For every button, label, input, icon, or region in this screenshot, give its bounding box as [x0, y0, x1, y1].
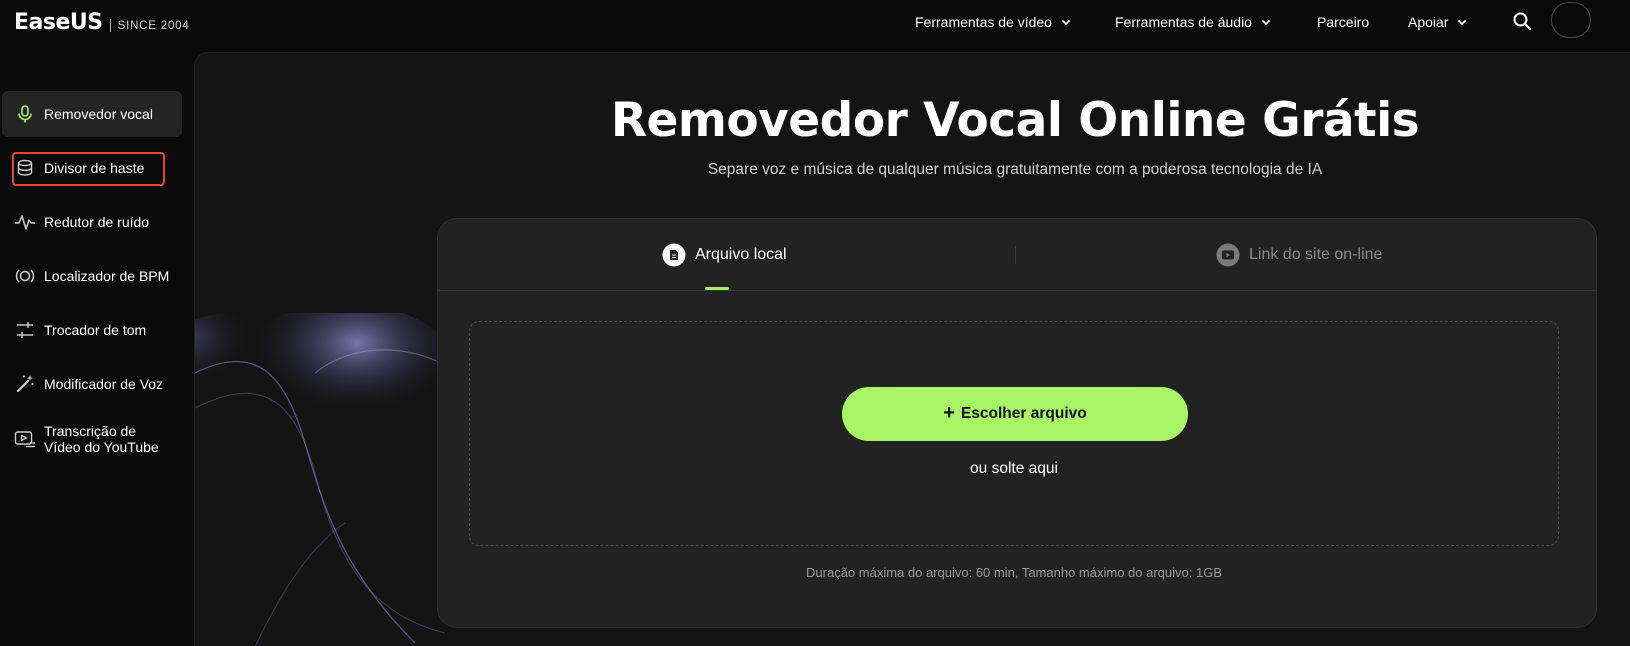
file-limits-text: Duração máxima do arquivo: 60 min, Taman… — [806, 565, 1222, 580]
decorative-wave-graphic — [195, 313, 455, 646]
sidebar-item-youtube-transcription[interactable]: Transcrição de Vídeo do YouTube — [2, 416, 182, 462]
tab-local-file[interactable]: Arquivo local — [662, 241, 787, 269]
chevron-down-icon — [1061, 19, 1071, 26]
nav-audio-tools-label: Ferramentas de áudio — [1115, 14, 1252, 30]
sidebar-item-voice-changer[interactable]: Modificador de Voz — [2, 361, 182, 407]
sidebar-item-label: Modificador de Voz — [44, 376, 164, 392]
page-title: Removedor Vocal Online Grátis — [610, 93, 1420, 148]
sidebar-item-label: Divisor de haste — [44, 160, 145, 176]
tab-online-link[interactable]: Link do site on-line — [1216, 241, 1382, 269]
page-subtitle: Separe voz e música de qualquer música g… — [707, 161, 1323, 178]
upload-tabs: Arquivo local Link do site on-line — [438, 219, 1596, 291]
top-navigation: EaseUS SINCE 2004 Ferramentas de vídeo F… — [0, 0, 1630, 50]
file-dropzone[interactable]: + Escolher arquivo ou solte aqui — [469, 321, 1559, 546]
easeus-logo[interactable]: EaseUS SINCE 2004 — [14, 10, 190, 35]
nav-support-label: Apoiar — [1408, 14, 1449, 30]
stem-splitter-icon — [14, 157, 36, 179]
sidebar-item-label-line: Vídeo do YouTube — [44, 439, 159, 455]
choose-file-label: Escolher arquivo — [960, 405, 1087, 422]
choose-file-button[interactable]: + Escolher arquivo — [842, 387, 1188, 441]
tab-local-file-label: Arquivo local — [695, 246, 787, 263]
plus-icon: + — [943, 401, 955, 424]
sidebar-item-label: Redutor de ruído — [44, 214, 150, 230]
sidebar-item-label: Transcrição de Vídeo do YouTube — [44, 423, 159, 455]
nav-video-tools[interactable]: Ferramentas de vídeo — [915, 12, 1072, 32]
sliders-icon — [14, 319, 36, 341]
nav-audio-tools[interactable]: Ferramentas de áudio — [1115, 12, 1272, 32]
magic-wand-icon — [14, 373, 36, 395]
logo-since-text: SINCE 2004 — [117, 19, 190, 32]
sidebar-item-label: Removedor vocal — [44, 106, 153, 122]
chevron-down-icon — [1261, 19, 1271, 26]
account-button[interactable] — [1551, 2, 1591, 38]
sidebar-item-pitch-changer[interactable]: Trocador de tom — [2, 307, 182, 353]
tab-online-link-label: Link do site on-line — [1249, 246, 1383, 263]
sidebar-item-bpm-finder[interactable]: Localizador de BPM — [2, 253, 182, 299]
play-circle-icon — [1216, 243, 1240, 267]
drop-hint-text: ou solte aqui — [970, 460, 1058, 477]
waveform-icon — [14, 211, 36, 233]
logo-wordmark: EaseUS — [14, 10, 103, 35]
search-icon[interactable] — [1511, 10, 1533, 32]
sidebar-item-label: Localizador de BPM — [44, 268, 170, 284]
active-tab-indicator — [705, 287, 729, 290]
nav-video-tools-label: Ferramentas de vídeo — [915, 14, 1052, 30]
main-content: Removedor Vocal Online Grátis Separe voz… — [194, 52, 1630, 646]
sidebar-item-vocal-remover[interactable]: Removedor vocal — [2, 91, 182, 137]
nav-partner[interactable]: Parceiro — [1317, 12, 1369, 32]
sidebar-item-label: Trocador de tom — [44, 322, 147, 338]
sidebar-item-label-line: Transcrição de — [44, 423, 137, 439]
sidebar-item-stem-splitter[interactable]: Divisor de haste — [2, 145, 182, 191]
tools-sidebar: Removedor vocal Divisor de haste Redutor… — [0, 50, 194, 646]
nav-partner-label: Parceiro — [1317, 14, 1370, 30]
logo-divider — [109, 19, 111, 32]
file-icon — [662, 243, 686, 267]
nav-support[interactable]: Apoiar — [1408, 12, 1468, 32]
chevron-down-icon — [1458, 19, 1467, 26]
microphone-icon — [14, 103, 36, 125]
upload-card: Arquivo local Link do site on-line + Esc… — [437, 218, 1597, 628]
tab-divider — [1015, 246, 1016, 264]
bpm-icon — [14, 265, 36, 287]
youtube-transcript-icon — [14, 428, 36, 450]
sidebar-item-noise-reducer[interactable]: Redutor de ruído — [2, 199, 182, 245]
